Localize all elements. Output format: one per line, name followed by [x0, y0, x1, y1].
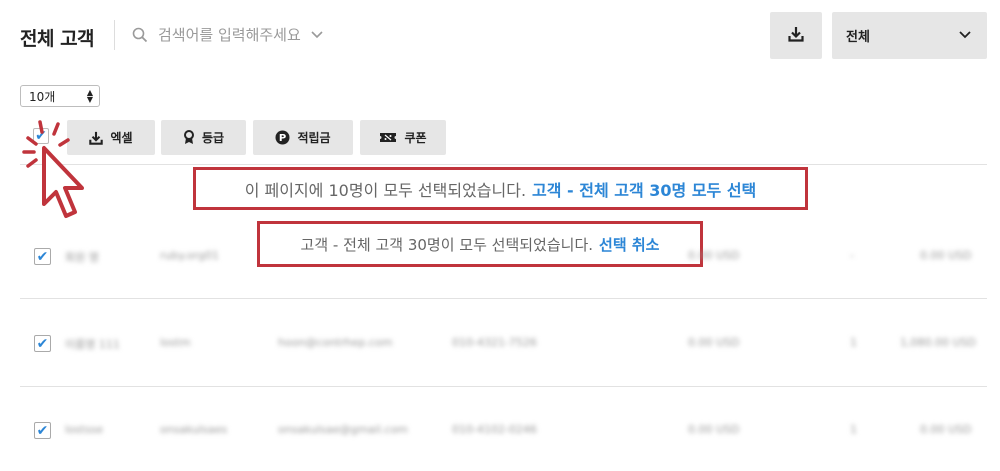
table-cell: hoon@contrhep.com — [278, 336, 393, 349]
click-cursor-icon — [22, 118, 98, 226]
search-input[interactable]: 검색어를 입력해주세요 — [158, 24, 301, 45]
page-selection-notice: 이 페이지에 10명이 모두 선택되었습니다. 고객 - 전체 고객 30명 모… — [193, 167, 808, 210]
table-row[interactable]: ✔ 회원 명 ruby.org01 0.00 USD - 0.00 USD — [20, 244, 987, 268]
page-selection-text: 이 페이지에 10명이 모두 선택되었습니다. — [244, 180, 527, 200]
table-cell: 010-4321-7526 — [452, 336, 537, 349]
page-size-select[interactable]: 10개 ▲ ▼ — [20, 85, 100, 107]
divider — [20, 386, 987, 387]
select-arrows-icon: ▲ ▼ — [86, 88, 93, 104]
page-title: 전체 고객 — [20, 28, 95, 50]
row-checkbox[interactable]: ✔ — [34, 422, 51, 439]
table-cell: 1,080.00 USD — [900, 336, 976, 349]
svg-text:P: P — [279, 133, 286, 144]
search-bar[interactable]: 검색어를 입력해주세요 — [132, 24, 323, 45]
table-cell: onsakulsaes — [160, 423, 228, 436]
medal-icon — [183, 130, 195, 145]
coupon-button[interactable]: 쿠폰 — [360, 120, 446, 155]
search-icon — [132, 27, 148, 43]
row-checkbox[interactable]: ✔ — [34, 248, 51, 265]
table-cell: 0.00 USD — [688, 249, 740, 262]
table-row[interactable]: ✔ 이름명 111 lostm hoon@contrhep.com 010-43… — [20, 331, 987, 355]
table-cell: 1 — [850, 336, 857, 349]
table-cell: - — [850, 249, 854, 262]
table-row[interactable]: ✔ lostsse onsakulsaes onsakulsae@gmail.c… — [20, 418, 987, 442]
page-size-value: 10개 — [29, 89, 56, 104]
points-icon: P — [275, 130, 290, 145]
download-button[interactable] — [770, 12, 822, 59]
grade-button[interactable]: 등급 — [161, 120, 246, 155]
chevron-down-icon — [959, 28, 971, 43]
table-cell: 회원 명 — [65, 251, 99, 264]
title-divider — [114, 20, 115, 50]
table-cell: 0.00 USD — [688, 336, 740, 349]
download-icon — [788, 26, 804, 46]
chevron-down-icon[interactable] — [311, 30, 323, 39]
divider — [20, 298, 987, 299]
table-cell: 이름명 111 — [65, 338, 120, 351]
table-cell: onsakulsae@gmail.com — [278, 423, 409, 436]
filter-select[interactable]: 전체 — [832, 12, 987, 59]
coupon-icon — [379, 132, 397, 143]
points-button-label: 적립금 — [297, 131, 331, 145]
excel-button-label: 엑셀 — [110, 131, 133, 145]
row-checkbox[interactable]: ✔ — [34, 335, 51, 352]
table-cell: 0.00 USD — [920, 423, 972, 436]
grade-button-label: 등급 — [201, 131, 225, 145]
coupon-button-label: 쿠폰 — [404, 131, 427, 145]
table-cell: lostm — [160, 336, 191, 349]
points-button[interactable]: P 적립금 — [253, 120, 353, 155]
select-all-customers-link[interactable]: 고객 - 전체 고객 30명 모두 선택 — [532, 177, 756, 201]
table-cell: 010-4102-0246 — [452, 423, 537, 436]
table-cell: 0.00 USD — [920, 249, 972, 262]
divider — [20, 164, 987, 165]
table-cell: 1 — [850, 423, 857, 436]
filter-select-value: 전체 — [846, 30, 870, 45]
table-cell: 0.00 USD — [688, 423, 740, 436]
table-cell: lostsse — [65, 423, 104, 436]
table-cell: ruby.org01 — [160, 249, 219, 262]
